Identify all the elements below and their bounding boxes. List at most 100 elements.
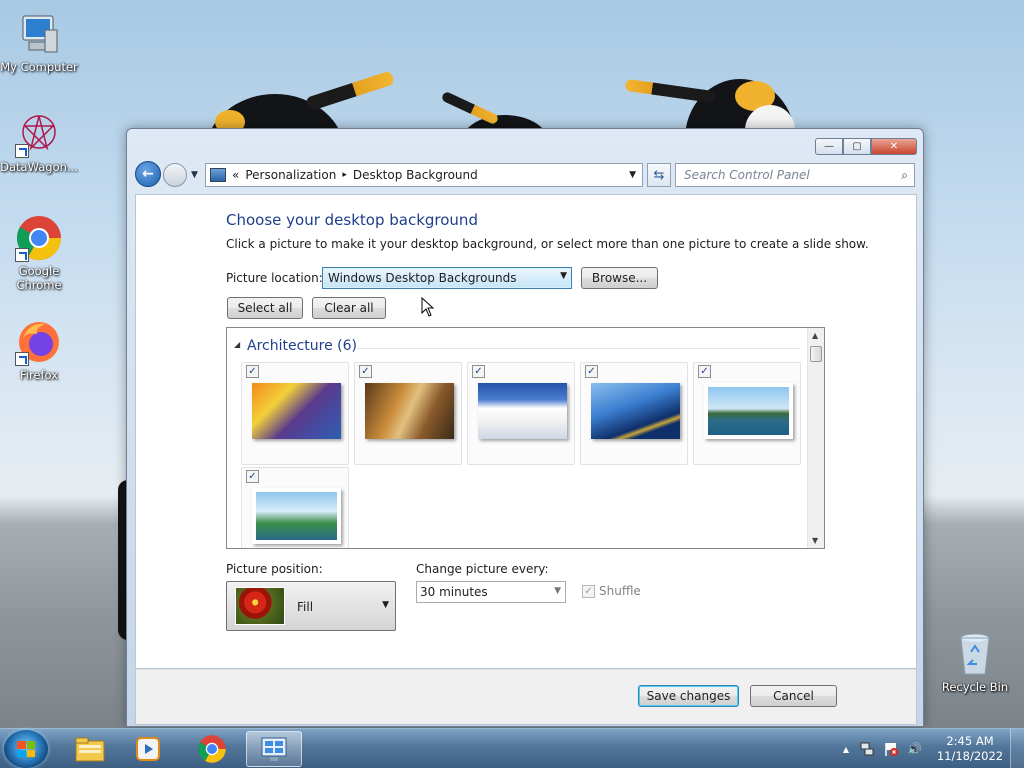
content-pane: Choose your desktop background Click a p… — [135, 194, 917, 669]
clock[interactable]: 2:45 AM 11/18/2022 — [930, 734, 1010, 764]
search-icon[interactable]: ⌕ — [901, 168, 908, 183]
page-title: Choose your desktop background — [226, 211, 478, 229]
media-player-icon — [136, 737, 160, 761]
chevron-down-icon: ▼ — [554, 586, 561, 596]
desktop-icon-firefox[interactable]: Firefox — [0, 318, 79, 382]
chevron-down-icon: ▼ — [382, 600, 389, 610]
picture-location-label: Picture location: — [226, 271, 323, 285]
group-collapse-icon[interactable]: ◢ — [234, 340, 240, 349]
control-panel-icon — [261, 737, 287, 761]
wallpaper-thumbnail[interactable]: ✓ — [241, 467, 349, 548]
wallpaper-thumbnail[interactable]: ✓ — [241, 362, 349, 465]
change-picture-label: Change picture every: — [416, 562, 549, 576]
group-label: Architecture (6) — [247, 338, 357, 354]
thumbnail-checkbox[interactable]: ✓ — [472, 365, 485, 378]
wallpaper-thumbnail[interactable]: ✓ — [467, 362, 575, 465]
system-tray: ▲ 🔊 2:45 AM 11/18/2022 — [843, 729, 1024, 768]
thumbnail-image — [252, 488, 341, 544]
desktop-icon-label: Recycle Bin — [941, 680, 1009, 694]
shuffle-label: Shuffle — [599, 584, 641, 598]
group-divider — [357, 348, 800, 349]
picture-position-value: Fill — [297, 600, 314, 614]
scroll-up-icon[interactable]: ▲ — [812, 331, 818, 340]
gallery-scrollbar[interactable]: ▲ ▼ — [807, 328, 824, 548]
shuffle-option[interactable]: ✓ Shuffle — [582, 584, 641, 598]
address-dropdown-icon[interactable]: ▼ — [629, 170, 636, 180]
thumbnail-checkbox[interactable]: ✓ — [698, 365, 711, 378]
thumbnail-checkbox[interactable]: ✓ — [585, 365, 598, 378]
scrollbar-thumb[interactable] — [810, 346, 822, 362]
picture-position-dropdown[interactable]: Fill ▼ — [226, 581, 396, 631]
scroll-down-icon[interactable]: ▼ — [812, 536, 818, 545]
page-description: Click a picture to make it your desktop … — [226, 237, 869, 251]
control-panel-icon — [210, 168, 226, 182]
breadcrumb-desktop-background[interactable]: Desktop Background — [353, 168, 478, 182]
position-preview-image — [235, 587, 285, 625]
wallpaper-thumbnail[interactable]: ✓ — [354, 362, 462, 465]
taskbar-chrome[interactable] — [184, 731, 240, 767]
mouse-cursor-icon — [421, 297, 435, 317]
save-changes-button[interactable]: Save changes — [638, 685, 739, 707]
cancel-button[interactable]: Cancel — [750, 685, 837, 707]
clear-all-button[interactable]: Clear all — [312, 297, 386, 319]
taskbar-media-player[interactable] — [120, 731, 176, 767]
desktop-icon-label: My Computer — [0, 60, 78, 74]
show-hidden-icons-button[interactable]: ▲ — [843, 745, 849, 754]
navigation-bar: ← ▼ « Personalization ▸ Desktop Backgrou… — [135, 161, 915, 189]
taskbar-explorer[interactable] — [62, 731, 118, 767]
action-center-flag-icon[interactable] — [883, 741, 899, 757]
shortcut-arrow-icon — [15, 352, 29, 366]
shortcut-arrow-icon — [15, 248, 29, 262]
thumbnail-checkbox[interactable]: ✓ — [359, 365, 372, 378]
back-button[interactable]: ← — [135, 161, 161, 187]
desktop-background-window: — ▢ ✕ ← ▼ « Personalization ▸ Desktop Ba… — [126, 128, 924, 727]
back-arrow-icon: ← — [142, 166, 154, 182]
thumbnail-image — [478, 383, 567, 439]
taskbar: ▲ 🔊 2:45 AM 11/18/2022 — [0, 728, 1024, 768]
thumbnail-image — [704, 383, 793, 439]
picture-position-label: Picture position: — [226, 562, 323, 576]
refresh-icon: ⇆ — [653, 167, 665, 183]
breadcrumb-separator-icon[interactable]: ▸ — [342, 170, 347, 180]
search-input[interactable]: Search Control Panel ⌕ — [675, 163, 915, 187]
search-placeholder: Search Control Panel — [684, 168, 810, 182]
minimize-button[interactable]: — — [815, 138, 843, 155]
group-header[interactable]: Architecture (6) — [247, 338, 357, 354]
desktop: My Computer DataWagon... Google Chrome F… — [0, 0, 1024, 728]
network-icon[interactable] — [859, 741, 875, 757]
desktop-icon-recycle-bin[interactable]: Recycle Bin — [935, 630, 1015, 694]
wallpaper-thumbnail[interactable]: ✓ — [580, 362, 688, 465]
desktop-icon-my-computer[interactable]: My Computer — [0, 10, 79, 74]
thumbnail-checkbox[interactable]: ✓ — [246, 470, 259, 483]
address-overflow[interactable]: « — [232, 168, 239, 182]
datawagon-icon — [15, 110, 63, 158]
address-bar[interactable]: « Personalization ▸ Desktop Background ▼ — [205, 163, 643, 187]
recycle-bin-icon — [951, 630, 999, 678]
close-button[interactable]: ✕ — [871, 138, 917, 155]
browse-button[interactable]: Browse... — [581, 267, 658, 289]
recent-pages-dropdown-icon[interactable]: ▼ — [191, 170, 198, 180]
desktop-icon-google-chrome[interactable]: Google Chrome — [0, 214, 79, 292]
refresh-button[interactable]: ⇆ — [647, 163, 671, 187]
wallpaper-thumbnail[interactable]: ✓ — [693, 362, 801, 465]
desktop-icon-datawagon[interactable]: DataWagon... — [0, 110, 79, 174]
show-desktop-button[interactable] — [1010, 729, 1024, 768]
thumbnail-checkbox[interactable]: ✓ — [246, 365, 259, 378]
picture-location-dropdown[interactable]: Windows Desktop Backgrounds ▼ — [322, 267, 572, 289]
chrome-icon — [15, 214, 63, 262]
chrome-icon — [198, 735, 226, 763]
caption-buttons: — ▢ ✕ — [815, 138, 917, 155]
shuffle-checkbox[interactable]: ✓ — [582, 584, 595, 598]
select-all-button[interactable]: Select all — [227, 297, 303, 319]
change-picture-dropdown[interactable]: 30 minutes ▼ — [416, 581, 566, 603]
thumbnail-image — [365, 383, 454, 439]
taskbar-control-panel[interactable] — [246, 731, 302, 767]
start-button[interactable] — [4, 730, 48, 768]
picture-location-value: Windows Desktop Backgrounds — [328, 271, 517, 285]
forward-button[interactable] — [163, 163, 187, 187]
firefox-icon — [15, 318, 63, 366]
shortcut-arrow-icon — [15, 144, 29, 158]
maximize-button[interactable]: ▢ — [843, 138, 871, 155]
volume-icon[interactable]: 🔊 — [907, 742, 922, 756]
breadcrumb-personalization[interactable]: Personalization — [245, 168, 336, 182]
